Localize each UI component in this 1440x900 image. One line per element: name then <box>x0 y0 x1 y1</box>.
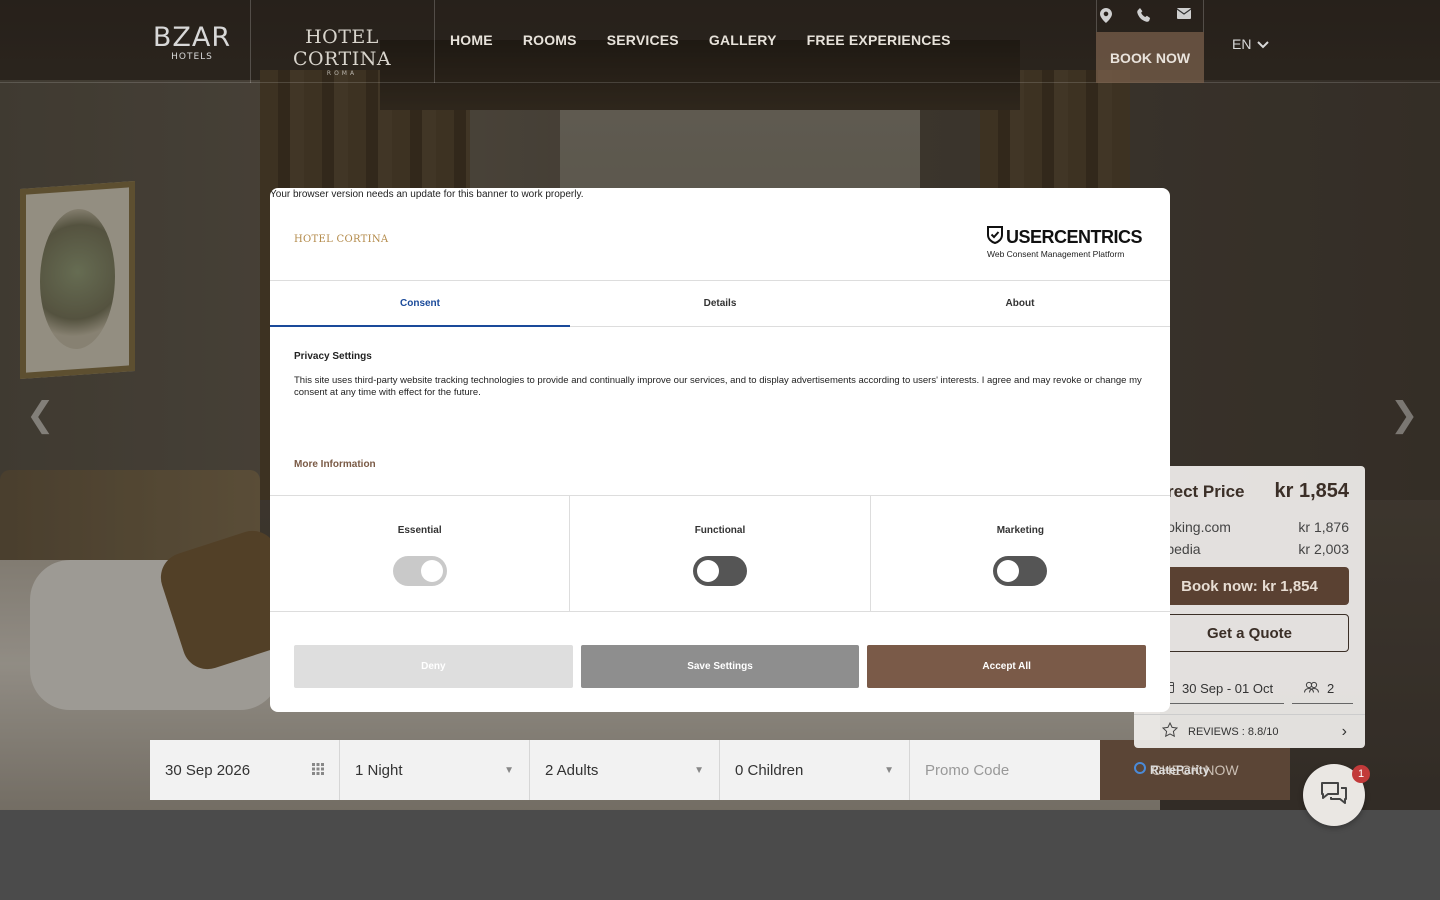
star-icon <box>1161 721 1179 741</box>
rp-dates-field[interactable]: 30 Sep - 01 Oct <box>1150 674 1284 704</box>
nav-services[interactable]: SERVICES <box>607 32 679 48</box>
language-label: EN <box>1232 36 1252 52</box>
usercentrics-subtitle: Web Consent Management Platform <box>986 249 1125 259</box>
rp-dates-value: 30 Sep - 01 Oct <box>1182 681 1274 696</box>
accept-all-button[interactable]: Accept All <box>867 645 1147 688</box>
promo-code-input[interactable]: Promo Code <box>910 740 1100 800</box>
nav-free-experiences[interactable]: FREE EXPERIENCES <box>807 32 951 48</box>
toggle-knob <box>420 560 443 582</box>
rp-guests-field[interactable]: 2 <box>1292 674 1353 704</box>
reviews-score: REVIEWS : 8.8/10 <box>1188 725 1279 738</box>
modal-hotel-logo: HOTEL CORTINA <box>294 234 389 245</box>
competitor-row: Booking.com kr 1,876 <box>1150 519 1349 535</box>
rp-book-now-button[interactable]: Book now: kr 1,854 <box>1150 567 1349 605</box>
caret-down-icon: ▼ <box>884 764 894 776</box>
bzar-logo[interactable]: BZAR HOTELS <box>150 22 234 63</box>
category-marketing: Marketing <box>871 496 1170 611</box>
consent-tabs: Consent Details About <box>270 280 1170 327</box>
competitor-row: Expedia kr 2,003 <box>1150 541 1349 557</box>
chevron-right-icon: › <box>1341 722 1347 740</box>
save-settings-button[interactable]: Save Settings <box>580 645 860 688</box>
competitor-price: kr 2,003 <box>1298 541 1349 557</box>
chat-badge: 1 <box>1352 765 1370 783</box>
bzar-logo-text: BZAR <box>152 22 232 53</box>
phone-icon[interactable] <box>1136 8 1152 24</box>
functional-toggle[interactable] <box>692 556 747 586</box>
rp-guests-value: 2 <box>1327 681 1335 696</box>
contact-icons <box>1096 0 1204 32</box>
adults-value: 2 Adults <box>545 761 599 779</box>
toggle-knob <box>696 560 719 582</box>
children-select[interactable]: 0 Children ▼ <box>720 740 910 800</box>
bzar-logo-sub: HOTELS <box>171 52 213 62</box>
privacy-settings-title: Privacy Settings <box>294 351 372 362</box>
header-divider <box>434 0 435 83</box>
calendar-icon <box>312 762 324 779</box>
hotel-logo-sub: ROMA <box>326 70 358 77</box>
booking-bar: 30 Sep 2026 1 Night ▼ 2 Adults ▼ 0 Child… <box>150 740 1290 800</box>
header-divider <box>250 0 251 83</box>
consent-categories: Essential Functional Marketing <box>270 495 1170 612</box>
children-value: 0 Children <box>735 761 804 779</box>
chat-icon <box>1319 780 1349 810</box>
consent-modal: Your browser version needs an update for… <box>270 188 1170 712</box>
nav-rooms[interactable]: ROOMS <box>523 32 577 48</box>
category-label: Functional <box>694 525 746 536</box>
marketing-toggle[interactable] <box>993 556 1048 586</box>
shield-icon <box>986 226 1003 249</box>
rateparity-logo: RateParity <box>1134 762 1209 777</box>
nights-select[interactable]: 1 Night ▼ <box>340 740 530 800</box>
tab-details[interactable]: Details <box>570 281 870 326</box>
category-label: Essential <box>397 525 442 536</box>
mail-icon[interactable] <box>1176 8 1192 24</box>
caret-down-icon: ▼ <box>504 764 514 776</box>
deny-button[interactable]: Deny <box>294 645 573 688</box>
language-selector[interactable]: EN <box>1232 36 1270 52</box>
nights-value: 1 Night <box>355 761 403 779</box>
checkin-date-value: 30 Sep 2026 <box>165 761 251 779</box>
rateparity-logo-icon <box>1134 762 1146 777</box>
consent-buttons: Deny Save Settings Accept All <box>294 645 1147 688</box>
privacy-settings-text: This site uses third-party website track… <box>294 375 1142 398</box>
rateparity-logo-text: RateParity <box>1150 762 1210 777</box>
category-essential: Essential <box>270 496 571 611</box>
toggle-knob <box>997 560 1020 582</box>
usercentrics-title: USERCENTRICS <box>986 226 1143 249</box>
main-nav: HOME ROOMS SERVICES GALLERY FREE EXPERIE… <box>450 32 951 48</box>
category-label: Marketing <box>996 525 1044 536</box>
hotel-logo[interactable]: HOTEL CORTINA ROMA <box>262 26 422 77</box>
get-quote-button[interactable]: Get a Quote <box>1150 614 1349 652</box>
adults-select[interactable]: 2 Adults ▼ <box>530 740 720 800</box>
browser-warning: Your browser version needs an update for… <box>270 189 584 200</box>
more-information-link[interactable]: More Information <box>294 459 376 470</box>
tab-about[interactable]: About <box>870 281 1170 326</box>
tab-consent[interactable]: Consent <box>270 281 570 327</box>
direct-price-value: kr 1,854 <box>1274 480 1349 502</box>
site-header: BZAR HOTELS HOTEL CORTINA ROMA HOME ROOM… <box>0 0 1440 83</box>
guests-icon <box>1304 681 1319 696</box>
slider-prev-icon[interactable]: ❮ <box>26 395 55 435</box>
usercentrics-logo: USERCENTRICS Web Consent Management Plat… <box>986 226 1143 259</box>
nav-home[interactable]: HOME <box>450 32 493 48</box>
chevron-down-icon <box>1255 36 1270 52</box>
nav-gallery[interactable]: GALLERY <box>709 32 777 48</box>
caret-down-icon: ▼ <box>694 764 704 776</box>
slider-next-icon[interactable]: ❯ <box>1390 395 1419 435</box>
book-now-button[interactable]: BOOK NOW <box>1096 32 1204 83</box>
competitor-price: kr 1,876 <box>1298 519 1349 535</box>
usercentrics-title-text: USERCENTRICS <box>1005 227 1143 247</box>
hotel-logo-text: HOTEL CORTINA <box>292 26 392 70</box>
rp-reviews-link[interactable]: REVIEWS : 8.8/10 › <box>1134 714 1365 748</box>
category-functional: Functional <box>570 496 871 611</box>
essential-toggle[interactable] <box>392 556 447 586</box>
map-pin-icon[interactable] <box>1098 8 1114 24</box>
checkin-date-field[interactable]: 30 Sep 2026 <box>150 740 340 800</box>
